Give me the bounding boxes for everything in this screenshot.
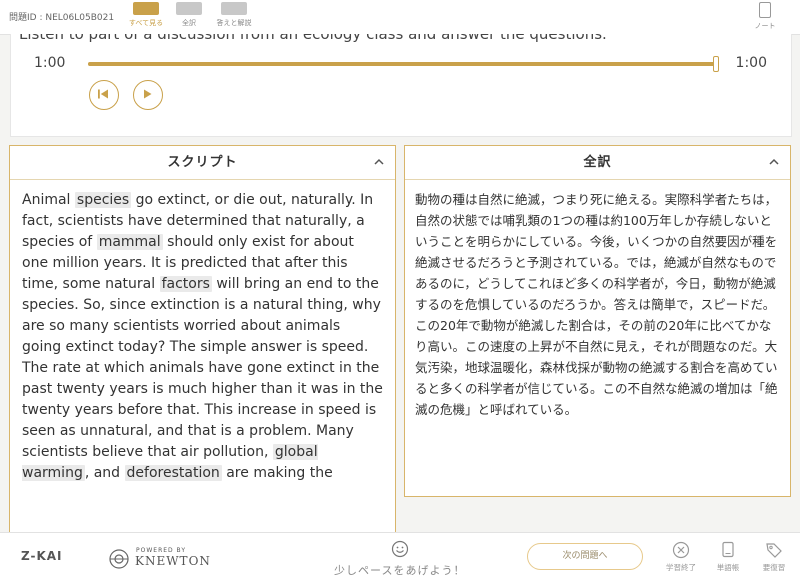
translation-panel: 全訳 動物の種は自然に絶滅，つまり死に絶える。実際科学者たちは，自然の状態では哺… <box>404 145 791 497</box>
finish-study-icon <box>672 541 690 559</box>
skip-back-icon <box>98 89 108 99</box>
vocab-highlight[interactable]: factors <box>159 276 212 292</box>
finish-study-label: 学習終了 <box>666 563 696 572</box>
tab-answer-explanation[interactable]: 答えと解説 <box>212 2 256 28</box>
tab-view-all[interactable]: すべて見る <box>124 2 168 28</box>
powered-by-text: POWERED BY <box>136 547 187 554</box>
zkai-logo: Z-KAI <box>21 549 63 563</box>
play-button[interactable] <box>133 80 163 110</box>
chevron-up-icon[interactable] <box>768 156 780 168</box>
answer-view-icon <box>221 2 247 15</box>
tab-answer-label: 答えと解説 <box>216 19 252 27</box>
translation-panel-title: 全訳 <box>583 155 612 170</box>
vocabulary-icon <box>722 541 734 558</box>
seek-handle[interactable] <box>713 56 719 72</box>
next-question-button[interactable]: 次の問題へ <box>527 543 643 570</box>
script-panel-title: スクリプト <box>167 155 238 170</box>
vocabulary-label: 単語帳 <box>716 563 740 572</box>
script-text: Animal species go extinct, or die out, n… <box>10 180 395 494</box>
pace-message: 少しペースをあげよう！ <box>334 564 466 577</box>
script-segment: , and <box>84 465 125 481</box>
seek-bar[interactable] <box>88 62 715 66</box>
smile-icon <box>391 540 409 558</box>
tab-view-all-label: すべて見る <box>128 19 164 27</box>
tab-translation-label: 全訳 <box>182 19 196 27</box>
review-tag-icon <box>766 543 782 558</box>
chevron-up-icon[interactable] <box>373 156 385 168</box>
audio-player: Listen to part of a discussion from an e… <box>10 34 792 137</box>
bottom-bar: Z-KAI POWERED BY KNEWTON 少しペースをあげよう！ 次の問… <box>0 532 800 582</box>
vocabulary-button[interactable]: 単語帳 <box>711 541 745 573</box>
finish-study-button[interactable]: 学習終了 <box>664 541 698 573</box>
script-panel-header[interactable]: スクリプト <box>10 146 395 180</box>
tab-translation[interactable]: 全訳 <box>167 2 211 28</box>
top-bar: 問題ID : NEL06L05B021 すべて見る 全訳 答えと解説 ノート <box>0 0 800 35</box>
play-icon <box>144 89 152 99</box>
vocab-highlight[interactable]: species <box>74 192 132 208</box>
translation-panel-header[interactable]: 全訳 <box>405 146 790 180</box>
restart-button[interactable] <box>89 80 119 110</box>
knewton-text: KNEWTON <box>135 554 211 568</box>
duration: 1:00 <box>735 55 767 71</box>
script-segment: will bring an end to the species. So, si… <box>22 276 383 460</box>
listening-instruction: Listen to part of a discussion from an e… <box>19 34 607 43</box>
current-time: 1:00 <box>34 55 66 71</box>
notebook-icon <box>759 2 771 18</box>
knewton-logo: POWERED BY KNEWTON <box>108 544 223 572</box>
script-segment: Animal <box>22 192 75 208</box>
question-id: 問題ID : NEL06L05B021 <box>9 13 115 23</box>
review-label: 要復習 <box>762 563 786 572</box>
vocab-highlight[interactable]: mammal <box>96 234 163 250</box>
review-button[interactable]: 要復習 <box>757 541 791 573</box>
note-label: ノート <box>754 22 776 30</box>
seek-bar-progress <box>88 62 715 66</box>
script-segment: are making the <box>221 465 333 481</box>
note-button[interactable]: ノート <box>750 2 780 31</box>
translation-text: 動物の種は自然に絶滅，つまり死に絶える。実際科学者たちは，自然の状態では哺乳類の… <box>415 192 778 417</box>
knewton-mark-icon <box>109 549 129 569</box>
vocab-highlight[interactable]: deforestation <box>124 465 222 481</box>
translation-view-icon <box>176 2 202 15</box>
view-all-icon <box>133 2 159 15</box>
script-panel: スクリプト Animal species go extinct, or die … <box>9 145 396 537</box>
